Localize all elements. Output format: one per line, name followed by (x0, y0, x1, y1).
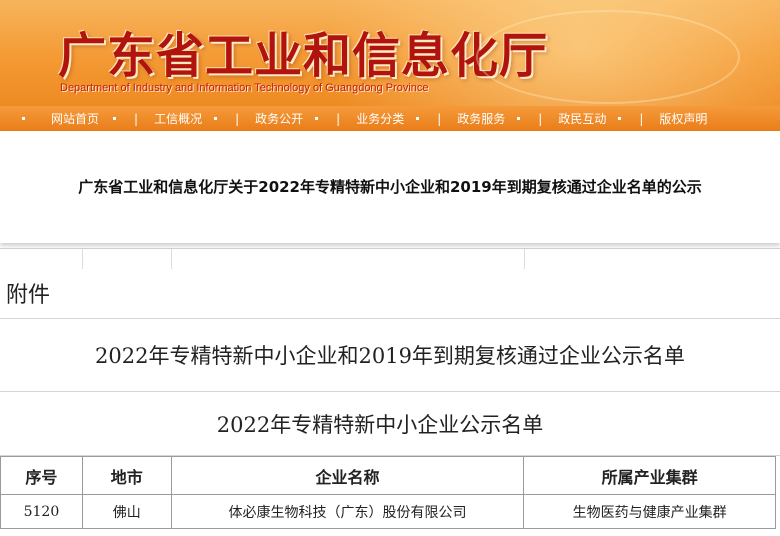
main-nav: 网站首页 | 工信概况 | 政务公开 | 业务分类 | 政务服务 | 政民互动 … (0, 106, 780, 131)
nav-bullet-icon (517, 117, 521, 120)
attachment-label: 附件 (6, 283, 51, 308)
nav-item-services[interactable]: 政务服务 (457, 110, 505, 127)
attachment-row: 附件 (0, 249, 780, 319)
nav-bullet-icon (315, 117, 319, 120)
header-industry-cluster: 所属产业集群 (523, 456, 776, 495)
nav-item-interaction[interactable]: 政民互动 (558, 110, 606, 127)
main-title-row: 2022年专精特新中小企业和2019年到期复核通过企业公示名单 (0, 319, 780, 392)
nav-separator: | (134, 111, 139, 126)
site-title: 广东省工业和信息化厅 (58, 28, 549, 84)
header-city: 地市 (81, 456, 172, 495)
nav-item-home[interactable]: 网站首页 (51, 110, 99, 127)
header-index: 序号 (0, 456, 83, 495)
document-sub-title: 2022年专精特新中小企业公示名单 (216, 412, 544, 437)
nav-separator: | (639, 111, 644, 126)
nav-bullet-icon (618, 117, 622, 120)
notice-title: 广东省工业和信息化厅关于2022年专精特新中小企业和2019年到期复核通过企业名… (78, 177, 702, 196)
sub-title-row: 2022年专精特新中小企业公示名单 (0, 392, 780, 456)
cell-city: 佛山 (81, 494, 172, 529)
nav-bullet-icon (113, 117, 117, 120)
nav-item-business[interactable]: 业务分类 (356, 110, 404, 127)
nav-separator: | (336, 111, 341, 126)
nav-item-copyright[interactable]: 版权声明 (659, 110, 707, 127)
cell-index: 5120 (0, 494, 83, 529)
document-main-title: 2022年专精特新中小企业和2019年到期复核通过企业公示名单 (95, 344, 685, 368)
enterprise-table: 序号 地市 企业名称 所属产业集群 5120 佛山 体必康生物科技（广东）股份有… (0, 456, 776, 529)
header-company-name: 企业名称 (170, 456, 525, 495)
nav-item-gov-info[interactable]: 政务公开 (255, 110, 303, 127)
attachment-document: 附件 2022年专精特新中小企业和2019年到期复核通过企业公示名单 2022年… (0, 248, 780, 536)
table-row: 5120 佛山 体必康生物科技（广东）股份有限公司 生物医药与健康产业集群 (0, 494, 776, 529)
nav-item-overview[interactable]: 工信概况 (154, 110, 202, 127)
nav-bullet-icon (416, 117, 420, 120)
site-subtitle: Department of Industry and Information T… (60, 82, 429, 94)
cell-industry-cluster: 生物医药与健康产业集群 (523, 494, 776, 529)
nav-bullet-icon (22, 117, 25, 120)
cell-company-name: 体必康生物科技（广东）股份有限公司 (170, 494, 525, 529)
nav-separator: | (437, 111, 442, 126)
table-header-row: 序号 地市 企业名称 所属产业集群 (0, 456, 776, 495)
nav-separator: | (235, 111, 240, 126)
nav-separator: | (538, 111, 543, 126)
notice-header: 广东省工业和信息化厅关于2022年专精特新中小企业和2019年到期复核通过企业名… (0, 131, 780, 243)
site-banner: 广东省工业和信息化厅 Department of Industry and In… (0, 0, 780, 106)
nav-bullet-icon (214, 117, 218, 120)
